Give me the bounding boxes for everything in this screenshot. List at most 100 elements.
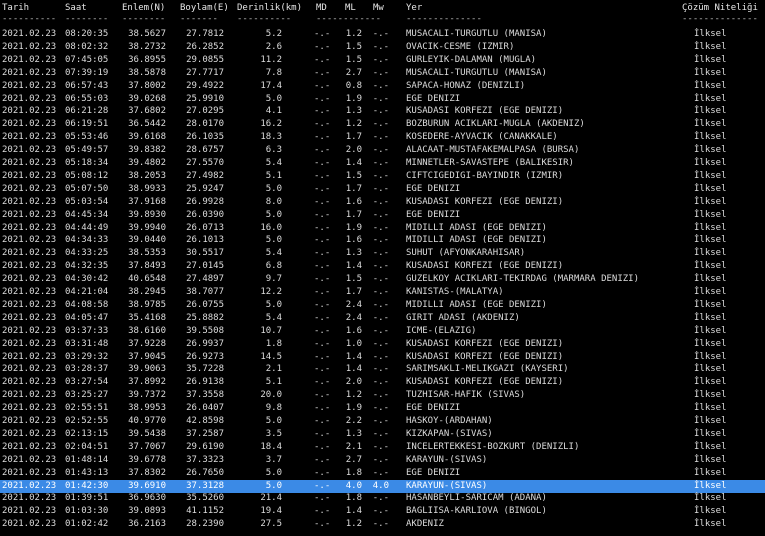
cell-boylam: 30.5517	[186, 248, 224, 258]
table-row[interactable]: 2021.02.23 07:39:19 38.5878 27.7717 7.8 -.- 2.…	[0, 67, 765, 80]
cell-mw: -.-	[372, 493, 389, 503]
table-row[interactable]: 2021.02.23 03:25:27 39.7372 37.3558 20.0 -.- 1…	[0, 389, 765, 402]
table-row[interactable]: 2021.02.23 02:55:51 38.9953 26.0407 9.8 -.- 1.…	[0, 402, 765, 415]
table-row[interactable]: 2021.02.23 08:02:32 38.2732 26.2852 2.6 -.- 1.…	[0, 41, 765, 54]
cell-derinlik: 5.4	[265, 248, 282, 258]
cell-ml: 1.2	[345, 519, 362, 529]
cell-yer: MINNETLER-SAVASTEPE (BALIKESIR)	[406, 158, 574, 168]
cell-boylam: 26.9138	[186, 377, 224, 387]
cell-mw: -.-	[372, 29, 389, 39]
cell-tarih: 2021.02.23	[2, 68, 57, 78]
cell-mw: -.-	[372, 287, 389, 297]
table-row[interactable]: 2021.02.23 04:32:35 37.8493 27.0145 6.8 -.- 1.…	[0, 260, 765, 273]
cell-cozum: İlksel	[694, 468, 727, 478]
table-row[interactable]: 2021.02.23 01:03:30 39.0893 41.1152 19.4 -.- 1…	[0, 505, 765, 518]
cell-saat: 05:49:57	[65, 145, 109, 155]
table-row[interactable]: 2021.02.23 05:49:57 39.8382 28.6757 6.3 -.- 2.…	[0, 144, 765, 157]
cell-cozum: İlksel	[694, 455, 727, 465]
cell-md: -.-	[314, 403, 331, 413]
cell-mw: -.-	[372, 455, 389, 465]
cell-yer: GIRIT ADASI (AKDENIZ)	[406, 313, 520, 323]
cell-boylam: 27.7812	[186, 29, 224, 39]
table-row[interactable]: 2021.02.23 08:20:35 38.5627 27.7812 5.2 -.- 1.…	[0, 28, 765, 41]
cell-mw: -.-	[372, 416, 389, 426]
cell-ml: 1.2	[345, 390, 362, 400]
cell-derinlik: 5.0	[265, 235, 282, 245]
cell-enlem: 36.8955	[128, 55, 166, 65]
cell-tarih: 2021.02.23	[2, 171, 57, 181]
table-row[interactable]: 2021.02.23 04:33:25 38.5353 30.5517 5.4 -.- 1.…	[0, 247, 765, 260]
cell-boylam: 27.4897	[186, 274, 224, 284]
table-row[interactable]: 2021.02.23 06:19:51 36.5442 28.0170 16.2 -.- 1…	[0, 118, 765, 131]
cell-cozum: İlksel	[694, 313, 727, 323]
cell-enlem: 35.4168	[128, 313, 166, 323]
table-row[interactable]: 2021.02.23 04:34:33 39.0440 26.1013 5.0 -.- 1.…	[0, 234, 765, 247]
cell-yer: KUSADASI KORFEZI (EGE DENIZI)	[406, 106, 564, 116]
table-row[interactable]: 2021.02.23 03:37:33 38.6160 39.5508 10.7 -.- 1…	[0, 325, 765, 338]
cell-mw: -.-	[372, 429, 389, 439]
cell-ml: 1.6	[345, 235, 362, 245]
cell-yer: BOZBURUN ACIKLARI-MUGLA (AKDENIZ)	[406, 119, 585, 129]
table-row[interactable]: 2021.02.23 05:08:12 38.2053 27.4982 5.1 -.- 1.…	[0, 170, 765, 183]
cell-cozum: İlksel	[694, 261, 727, 271]
cell-ml: 2.2	[345, 416, 362, 426]
table-row[interactable]: 2021.02.23 05:03:54 37.9168 26.9928 8.0 -.- 1.…	[0, 196, 765, 209]
table-row[interactable]: 2021.02.23 01:39:51 36.9630 35.5260 21.4 -.- 1…	[0, 492, 765, 505]
sep-enlem: --------	[122, 14, 166, 24]
table-row[interactable]: 2021.02.23 02:04:51 37.7067 29.6190 18.4 -.- 2…	[0, 441, 765, 454]
cell-yer: OVACIK-CESME (IZMIR)	[406, 42, 515, 52]
table-row[interactable]: 2021.02.23 03:28:37 39.9063 35.7228 2.1 -.- 1.…	[0, 363, 765, 376]
cell-mw: -.-	[372, 55, 389, 65]
cell-derinlik: 3.5	[265, 429, 282, 439]
table-row[interactable]: 2021.02.23 06:57:43 37.8002 29.4922 17.4 -.- 0…	[0, 80, 765, 93]
cell-mw: -.-	[372, 364, 389, 374]
table-row[interactable]: 2021.02.23 03:31:48 37.9228 26.9937 1.8 -.- 1.…	[0, 338, 765, 351]
table-row[interactable]: 2021.02.23 02:13:15 39.5438 37.2587 3.5 -.- 1.…	[0, 428, 765, 441]
cell-cozum: İlksel	[694, 248, 727, 258]
cell-yer: SUHUT (AFYONKARAHISAR)	[406, 248, 526, 258]
cell-cozum: İlksel	[694, 68, 727, 78]
cell-enlem: 38.5627	[128, 29, 166, 39]
table-row[interactable]: 2021.02.23 01:43:13 37.8302 26.7650 5.0 -.- 1.…	[0, 467, 765, 480]
cell-derinlik: 9.7	[265, 274, 282, 284]
table-row[interactable]: 2021.02.23 01:48:14 39.6778 37.3323 3.7 -.- 2.…	[0, 454, 765, 467]
cell-boylam: 35.5260	[186, 493, 224, 503]
cell-derinlik: 5.0	[265, 468, 282, 478]
cell-mw: -.-	[372, 119, 389, 129]
table-row[interactable]: 2021.02.23 06:21:28 37.6802 27.0295 4.1 -.- 1.…	[0, 105, 765, 118]
cell-ml: 2.0	[345, 377, 362, 387]
cell-ml: 1.7	[345, 132, 362, 142]
cell-tarih: 2021.02.23	[2, 106, 57, 116]
cell-boylam: 35.7228	[186, 364, 224, 374]
cell-ml: 1.4	[345, 261, 362, 271]
table-row[interactable]: 2021.02.23 04:08:58 38.9785 26.0755 5.0 -.- 2.…	[0, 299, 765, 312]
cell-cozum: İlksel	[694, 364, 727, 374]
table-row[interactable]: 2021.02.23 04:21:04 38.2945 38.7077 12.2 -.- 1…	[0, 286, 765, 299]
table-row[interactable]: 2021.02.23 07:45:05 36.8955 29.0855 11.2 -.- 1…	[0, 54, 765, 67]
cell-cozum: İlksel	[694, 300, 727, 310]
table-row[interactable]: 2021.02.23 04:30:42 40.6548 27.4897 9.7 -.- 1.…	[0, 273, 765, 286]
cell-boylam: 29.0855	[186, 55, 224, 65]
table-row[interactable]: 2021.02.23 05:18:34 39.4802 27.5570 5.4 -.- 1.…	[0, 157, 765, 170]
table-row[interactable]: 2021.02.23 01:02:42 36.2163 28.2390 27.5 -.- 1…	[0, 518, 765, 531]
cell-tarih: 2021.02.23	[2, 274, 57, 284]
cell-enlem: 39.0893	[128, 506, 166, 516]
cell-cozum: İlksel	[694, 184, 727, 194]
table-row[interactable]: 2021.02.23 02:52:55 40.9770 42.8598 5.0 -.- 2.…	[0, 415, 765, 428]
cell-yer: MUSACALI-TURGUTLU (MANISA)	[406, 29, 547, 39]
cell-tarih: 2021.02.23	[2, 364, 57, 374]
table-row[interactable]: 2021.02.23 05:53:46 39.6168 26.1035 18.3 -.- 1…	[0, 131, 765, 144]
cell-derinlik: 3.7	[265, 455, 282, 465]
cell-cozum: İlksel	[694, 403, 727, 413]
table-row[interactable]: 2021.02.23 04:45:34 39.8930 26.0390 5.0 -.- 1.…	[0, 209, 765, 222]
cell-enlem: 38.2732	[128, 42, 166, 52]
table-row[interactable]: 2021.02.23 04:05:47 35.4168 25.8882 5.4 -.- 2.…	[0, 312, 765, 325]
cell-derinlik: 5.2	[265, 29, 282, 39]
cell-mw: -.-	[372, 274, 389, 284]
table-row[interactable]: 2021.02.23 03:27:54 37.8992 26.9138 5.1 -.- 2.…	[0, 376, 765, 389]
cell-tarih: 2021.02.23	[2, 248, 57, 258]
table-row[interactable]: 2021.02.23 05:07:50 38.9933 25.9247 5.0 -.- 1.…	[0, 183, 765, 196]
cell-cozum: İlksel	[694, 235, 727, 245]
cell-tarih: 2021.02.23	[2, 145, 57, 155]
cell-boylam: 37.3323	[186, 455, 224, 465]
